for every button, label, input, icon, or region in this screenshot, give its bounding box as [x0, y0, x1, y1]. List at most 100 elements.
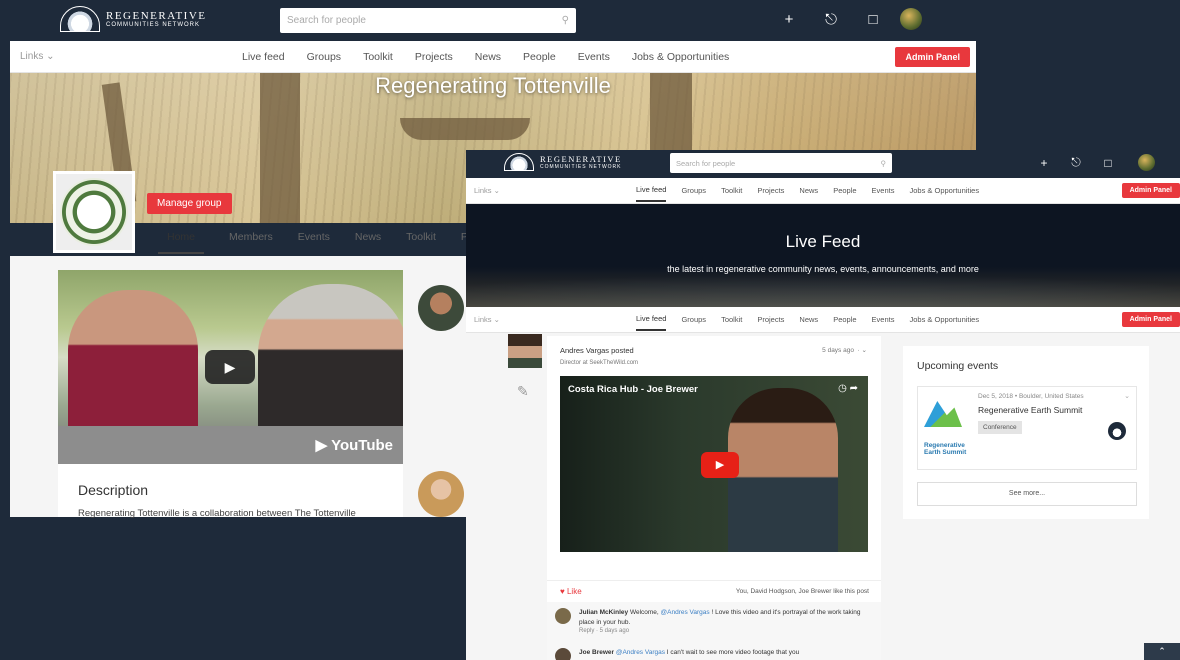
- nav-groups[interactable]: Groups: [681, 181, 706, 201]
- nav-live-feed[interactable]: Live feed: [242, 51, 285, 63]
- bell-icon[interactable]: ⎋: [1060, 155, 1092, 170]
- likers-text: You, David Hodgson, Joe Brewer like this…: [735, 588, 869, 595]
- like-button[interactable]: ♥ Like: [560, 587, 582, 596]
- scroll-top-button[interactable]: ⌃: [1144, 643, 1180, 660]
- play-icon[interactable]: ▶: [701, 452, 739, 478]
- event-name[interactable]: Regenerative Earth Summit: [978, 405, 1082, 415]
- tab-news[interactable]: News: [355, 226, 381, 254]
- logo-line2: COMMUNITIES NETWORK: [540, 164, 622, 170]
- nav-live-feed[interactable]: Live feed: [636, 309, 667, 331]
- youtube-logo: ▶ YouTube: [315, 437, 393, 454]
- logo-line1: REGENERATIVE: [540, 154, 622, 164]
- clock-share-icon[interactable]: ◷ ➦: [838, 383, 858, 394]
- links-dropdown[interactable]: Links ⌄: [474, 315, 500, 324]
- play-icon[interactable]: ▶: [205, 350, 255, 384]
- post-author-avatar[interactable]: [508, 334, 542, 368]
- organizer-avatar[interactable]: [1108, 422, 1126, 440]
- admin-panel-button[interactable]: Admin Panel: [1121, 312, 1180, 327]
- nav-news[interactable]: News: [475, 51, 501, 63]
- top-icons: + ⎋ □: [768, 8, 922, 30]
- mention-link[interactable]: @Andres Vargas: [661, 609, 710, 616]
- event-item[interactable]: Regenerative Earth Summit Dec 5, 2018 • …: [917, 386, 1137, 470]
- manage-group-button[interactable]: Manage group: [147, 193, 232, 214]
- commenter-avatar[interactable]: [555, 608, 571, 624]
- search-icon[interactable]: ⚲: [562, 15, 569, 26]
- search-icon[interactable]: ⚲: [881, 159, 887, 168]
- live-feed-banner: Live Feed the latest in regenerative com…: [466, 204, 1180, 307]
- like-row: ♥ Like You, David Hodgson, Joe Brewer li…: [547, 580, 881, 602]
- post-time: 5 days ago · ⌄: [822, 347, 867, 354]
- links-dropdown[interactable]: Links ⌄: [474, 186, 500, 195]
- chat-icon[interactable]: □: [852, 11, 894, 28]
- tab-toolkit[interactable]: Toolkit: [406, 226, 436, 254]
- commenter-name[interactable]: Julian McKinley: [579, 609, 628, 616]
- nav-people[interactable]: People: [833, 181, 856, 201]
- admin-panel-button[interactable]: Admin Panel: [1121, 183, 1180, 198]
- nav-jobs[interactable]: Jobs & Opportunities: [909, 181, 979, 201]
- nav-news[interactable]: News: [799, 310, 818, 330]
- event-tag: Conference: [978, 421, 1022, 434]
- video-title: Costa Rica Hub - Joe Brewer: [568, 384, 698, 395]
- comment-meta[interactable]: Reply · 5 days ago: [579, 628, 875, 634]
- group-seal: [60, 178, 128, 246]
- nav-projects[interactable]: Projects: [757, 310, 784, 330]
- see-more-button[interactable]: See more...: [917, 482, 1137, 506]
- post-video[interactable]: Costa Rica Hub - Joe Brewer ◷ ➦ ▶: [560, 376, 868, 552]
- nav-groups[interactable]: Groups: [681, 310, 706, 330]
- description-text: Regenerating Tottenville is a collaborat…: [78, 508, 356, 519]
- tab-events[interactable]: Events: [298, 226, 330, 254]
- chat-icon[interactable]: □: [1092, 156, 1124, 170]
- nav-live-feed[interactable]: Live feed: [636, 180, 667, 202]
- nav-events[interactable]: Events: [872, 181, 895, 201]
- tab-home[interactable]: Home: [158, 226, 205, 254]
- plus-icon[interactable]: +: [768, 11, 810, 28]
- nav-jobs[interactable]: Jobs & Opportunities: [632, 51, 729, 63]
- top-bar: REGENERATIVE COMMUNITIES NETWORK Search …: [466, 150, 1180, 178]
- bell-icon[interactable]: ⎋: [810, 11, 852, 28]
- upcoming-events-card: Upcoming events Regenerative Earth Summi…: [903, 346, 1149, 519]
- group-video[interactable]: ▶ ▶ YouTube: [58, 270, 403, 464]
- comment-list: Julian McKinley Welcome, @Andres Vargas …: [547, 602, 881, 660]
- nav-news[interactable]: News: [799, 181, 818, 201]
- nav-events[interactable]: Events: [872, 310, 895, 330]
- nav-toolkit[interactable]: Toolkit: [721, 181, 742, 201]
- nav-toolkit[interactable]: Toolkit: [721, 310, 742, 330]
- logo-line2: COMMUNITIES NETWORK: [106, 22, 200, 28]
- nav-projects[interactable]: Projects: [415, 51, 453, 63]
- commenter-avatar[interactable]: [555, 648, 571, 660]
- commenter-name[interactable]: Joe Brewer: [579, 649, 614, 656]
- user-avatar[interactable]: [1138, 154, 1155, 171]
- tab-members[interactable]: Members: [229, 226, 273, 254]
- mention-link[interactable]: @Andres Vargas: [616, 649, 665, 656]
- nav-items: Live feed Groups Toolkit Projects News P…: [636, 178, 994, 204]
- member-avatar[interactable]: [418, 285, 464, 331]
- links-dropdown[interactable]: Links ⌄: [20, 51, 55, 62]
- event-logo: Regenerative Earth Summit: [922, 399, 968, 459]
- live-feed-title: Live Feed: [785, 232, 861, 251]
- nav-groups[interactable]: Groups: [307, 51, 341, 63]
- group-logo: [53, 171, 135, 253]
- site-logo[interactable]: REGENERATIVE COMMUNITIES NETWORK: [60, 6, 207, 32]
- nav-people[interactable]: People: [523, 51, 556, 63]
- live-feed-window: REGENERATIVE COMMUNITIES NETWORK Search …: [466, 150, 1180, 660]
- nav-toolkit[interactable]: Toolkit: [363, 51, 393, 63]
- events-heading: Upcoming events: [917, 360, 999, 372]
- admin-panel-button[interactable]: Admin Panel: [895, 47, 970, 67]
- nav-jobs[interactable]: Jobs & Opportunities: [909, 310, 979, 330]
- search-input[interactable]: Search for people ⚲: [280, 8, 576, 33]
- nav-projects[interactable]: Projects: [757, 181, 784, 201]
- pencil-icon[interactable]: ✎: [517, 383, 529, 400]
- chevron-down-icon[interactable]: ⌄: [1124, 392, 1130, 400]
- member-avatar[interactable]: [418, 471, 464, 517]
- post-author[interactable]: Andres Vargas posted: [560, 346, 634, 355]
- post-author-role: Director at SeekTheWild.com: [560, 360, 639, 366]
- site-logo[interactable]: REGENERATIVE COMMUNITIES NETWORK: [504, 153, 622, 171]
- banner-boat: [400, 118, 530, 140]
- nav-people[interactable]: People: [833, 310, 856, 330]
- user-avatar[interactable]: [900, 8, 922, 30]
- plus-icon[interactable]: +: [1028, 156, 1060, 170]
- logo-mark: [504, 153, 534, 171]
- description-heading: Description: [78, 482, 149, 498]
- search-input[interactable]: Search for people ⚲: [670, 153, 892, 173]
- nav-events[interactable]: Events: [578, 51, 610, 63]
